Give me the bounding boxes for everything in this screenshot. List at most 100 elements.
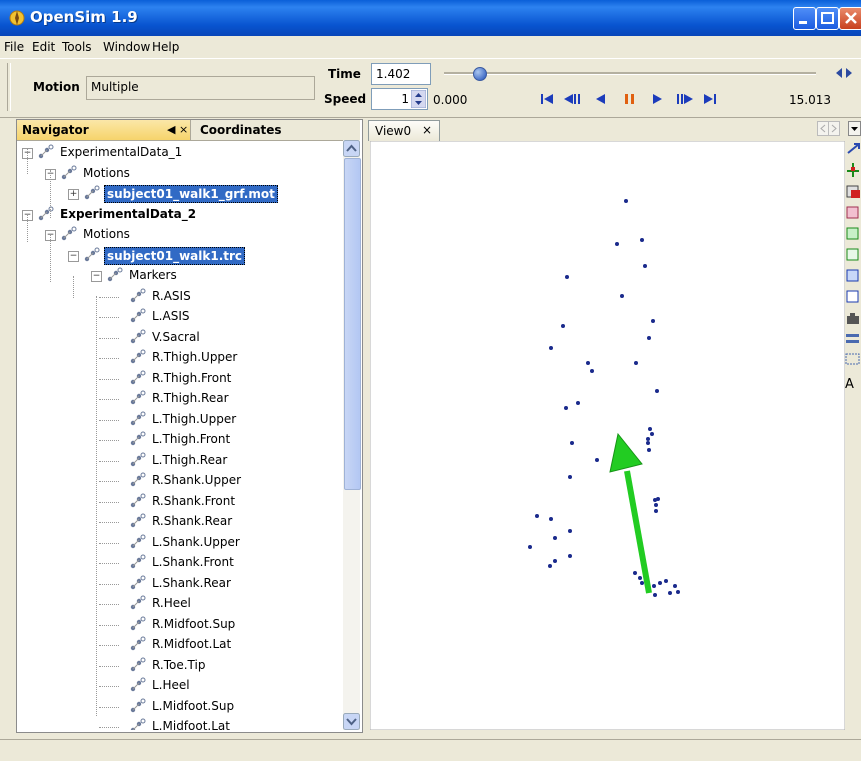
marker-point: [633, 571, 637, 575]
end-time: 15.013: [789, 93, 831, 107]
transform-icon[interactable]: [847, 163, 859, 177]
view-toolbar: A: [845, 143, 860, 392]
motion-field: Multiple: [86, 76, 315, 100]
navigator-scrollbar[interactable]: [343, 140, 361, 730]
camera-icon[interactable]: [847, 313, 859, 324]
close-icon: [845, 12, 857, 24]
scroll-thumb[interactable]: [344, 158, 361, 490]
node-icon: [130, 349, 146, 364]
step-forward-icon[interactable]: [677, 94, 693, 104]
go-to-end-icon[interactable]: [704, 94, 716, 104]
tab-scroll-left-icon[interactable]: [817, 121, 829, 136]
axes-icon[interactable]: [847, 143, 860, 154]
collapse-icon[interactable]: −: [91, 271, 102, 282]
tab-list-dropdown-icon[interactable]: [848, 121, 861, 136]
marker-point: [646, 437, 650, 441]
play-reverse-icon[interactable]: [596, 94, 605, 104]
tree-item-label: L.Midfoot.Lat: [152, 719, 230, 730]
minimize-button[interactable]: [793, 7, 816, 30]
marker-point: [638, 576, 642, 580]
expand-icon[interactable]: +: [68, 189, 79, 200]
tree-item-label: L.Shank.Upper: [152, 534, 240, 549]
view-back-blue-icon[interactable]: [846, 269, 859, 282]
node-icon: [130, 390, 146, 405]
tree-connector: [99, 583, 119, 585]
view-front-red-icon[interactable]: [846, 185, 860, 198]
spinner-arrows-icon[interactable]: [411, 90, 426, 108]
navigator-tab-label: Navigator: [22, 123, 89, 137]
marker-point: [595, 458, 599, 462]
go-to-start-icon[interactable]: [541, 94, 553, 104]
time-input[interactable]: 1.402: [371, 63, 431, 85]
marker-point: [647, 448, 651, 452]
film-strip-icon[interactable]: [845, 353, 860, 365]
play-icon[interactable]: [653, 94, 662, 104]
tree-item-label: Motions: [83, 227, 130, 241]
speed-value: 1: [401, 92, 409, 106]
marker-point: [535, 514, 539, 518]
node-icon: [130, 554, 146, 569]
tree-connector: [99, 727, 119, 728]
marker-point: [620, 294, 624, 298]
view-iso-icon[interactable]: [846, 290, 859, 303]
marker-point: [553, 559, 557, 563]
step-back-icon[interactable]: [564, 94, 580, 104]
node-icon: [130, 472, 146, 487]
tree-item-label: L.Shank.Rear: [152, 575, 231, 590]
toolbar-grip[interactable]: [7, 63, 11, 111]
tab-view0[interactable]: View0 ×: [368, 120, 440, 141]
view-bottom-green-icon[interactable]: [846, 248, 859, 261]
tree-connector: [99, 563, 119, 564]
close-window-button[interactable]: [839, 7, 861, 30]
marker-point: [528, 545, 532, 549]
loop-icon[interactable]: [834, 66, 854, 80]
playback-controls: [541, 94, 716, 104]
time-slider-track[interactable]: [444, 72, 816, 75]
title-bar: OpenSim 1.9: [0, 0, 861, 36]
3d-viewport[interactable]: [370, 141, 845, 730]
scroll-down-icon[interactable]: [343, 713, 360, 730]
tab-scroll-right-icon[interactable]: [828, 121, 840, 136]
tree-item-label: R.Shank.Rear: [152, 514, 233, 528]
tab-coordinates[interactable]: Coordinates: [191, 120, 360, 140]
collapse-icon[interactable]: −: [68, 250, 79, 262]
tree-item-label: R.Midfoot.Lat: [152, 637, 232, 651]
time-label: Time: [328, 67, 361, 81]
view-tab-close[interactable]: ×: [422, 123, 432, 137]
marker-point: [643, 264, 647, 268]
tree-connector: [99, 645, 119, 646]
node-icon: [130, 288, 146, 302]
marker-point: [648, 427, 652, 431]
marker-point: [673, 584, 677, 588]
time-slider-thumb[interactable]: [472, 67, 487, 81]
motion-label: Motion: [33, 80, 80, 94]
speed-spinner[interactable]: 1: [371, 88, 428, 110]
tree-connector: [99, 440, 119, 441]
tab-navigator[interactable]: Navigator ◀ ×: [17, 120, 191, 140]
node-icon: [130, 718, 146, 730]
view-side-pink-icon[interactable]: [846, 206, 859, 219]
maximize-icon: [821, 12, 834, 24]
node-icon: [107, 267, 123, 282]
menu-tools[interactable]: Tools: [62, 40, 92, 54]
node-icon: [130, 431, 146, 446]
node-icon: [84, 185, 100, 200]
marker-point: [564, 406, 568, 410]
navigator-tab-controls[interactable]: ◀ ×: [167, 123, 188, 136]
tree-connector: [99, 604, 119, 605]
tree-item-label: R.Thigh.Upper: [152, 350, 238, 364]
menu-window[interactable]: Window: [103, 40, 150, 54]
node-icon: [130, 657, 146, 671]
marker-point: [615, 242, 619, 246]
record-movie-icon[interactable]: [846, 334, 859, 343]
maximize-button[interactable]: [816, 7, 839, 30]
tree-guide: [50, 234, 51, 282]
view-top-green-icon[interactable]: [846, 227, 859, 240]
ground-icon[interactable]: A: [845, 377, 854, 392]
pause-icon[interactable]: [625, 94, 634, 104]
tree-connector: [99, 481, 119, 482]
scroll-up-icon[interactable]: [343, 140, 360, 157]
menu-help[interactable]: Help: [152, 40, 179, 54]
menu-file[interactable]: File: [4, 40, 24, 54]
menu-edit[interactable]: Edit: [32, 40, 55, 54]
